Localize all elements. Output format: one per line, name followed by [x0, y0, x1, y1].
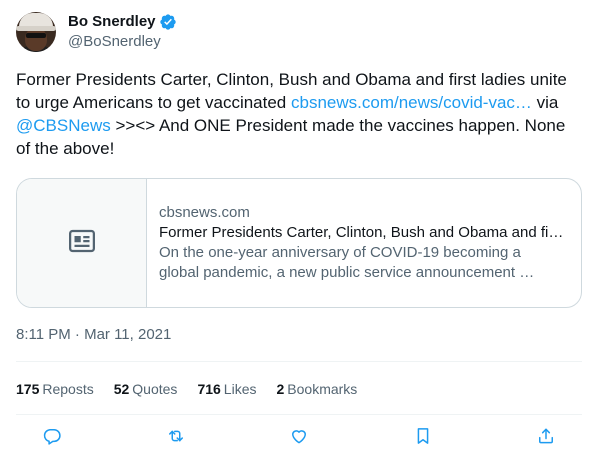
card-media	[17, 179, 147, 307]
tweet-header: Bo Snerdley @BoSnerdley	[16, 12, 177, 52]
avatar[interactable]	[16, 12, 56, 52]
bookmarks-stat[interactable]: 2 Bookmarks	[276, 379, 357, 399]
reply-button[interactable]	[40, 426, 64, 450]
share-button[interactable]	[534, 426, 558, 450]
tweet-text-part2: via	[531, 93, 559, 112]
divider	[16, 361, 582, 362]
reply-icon	[42, 426, 62, 451]
card-description-line2: global pandemic, a new public service an…	[159, 264, 535, 281]
author-display-name[interactable]: Bo Snerdley	[68, 12, 156, 32]
quotes-label: Quotes	[132, 381, 178, 397]
reposts-stat[interactable]: 175 Reposts	[16, 379, 94, 399]
likes-count: 716	[197, 381, 221, 397]
repost-button[interactable]	[164, 426, 188, 450]
card-body: cbsnews.com Former Presidents Carter, Cl…	[147, 179, 581, 307]
bookmark-icon	[413, 426, 433, 451]
divider	[16, 414, 582, 415]
author-handle[interactable]: @BoSnerdley	[68, 32, 177, 52]
card-description-line1: On the one-year anniversary of COVID-19 …	[159, 244, 521, 261]
bookmarks-count: 2	[276, 381, 285, 397]
card-domain: cbsnews.com	[159, 204, 250, 221]
bookmark-button[interactable]	[411, 426, 435, 450]
likes-label: Likes	[223, 381, 257, 397]
card-title: Former Presidents Carter, Clinton, Bush …	[159, 224, 564, 241]
engagement-stats: 175 Reposts 52 Quotes 716 Likes 2 Bookmarks	[16, 378, 377, 400]
quotes-stat[interactable]: 52 Quotes	[114, 379, 178, 399]
like-icon	[289, 426, 309, 451]
author-names: Bo Snerdley @BoSnerdley	[68, 12, 177, 52]
tweet-link[interactable]: cbsnews.com/news/covid-vac…	[291, 93, 532, 112]
verified-badge-icon[interactable]	[159, 13, 177, 31]
likes-stat[interactable]: 716 Likes	[197, 379, 256, 399]
card-description: On the one-year anniversary of COVID-19 …	[159, 243, 569, 283]
share-icon	[536, 426, 556, 451]
tweet-text: Former Presidents Carter, Clinton, Bush …	[16, 68, 584, 160]
like-button[interactable]	[287, 426, 311, 450]
tweet-timestamp[interactable]: 8:11 PM · Mar 11, 2021	[16, 325, 171, 345]
action-bar	[40, 426, 558, 450]
reposts-count: 175	[16, 381, 40, 397]
link-preview-card[interactable]: cbsnews.com Former Presidents Carter, Cl…	[16, 178, 582, 308]
tweet-mention[interactable]: @CBSNews	[16, 116, 111, 135]
bookmarks-label: Bookmarks	[287, 381, 358, 397]
reposts-label: Reposts	[42, 381, 94, 397]
quotes-count: 52	[113, 381, 130, 397]
repost-icon	[166, 426, 186, 451]
news-article-icon	[67, 226, 97, 261]
